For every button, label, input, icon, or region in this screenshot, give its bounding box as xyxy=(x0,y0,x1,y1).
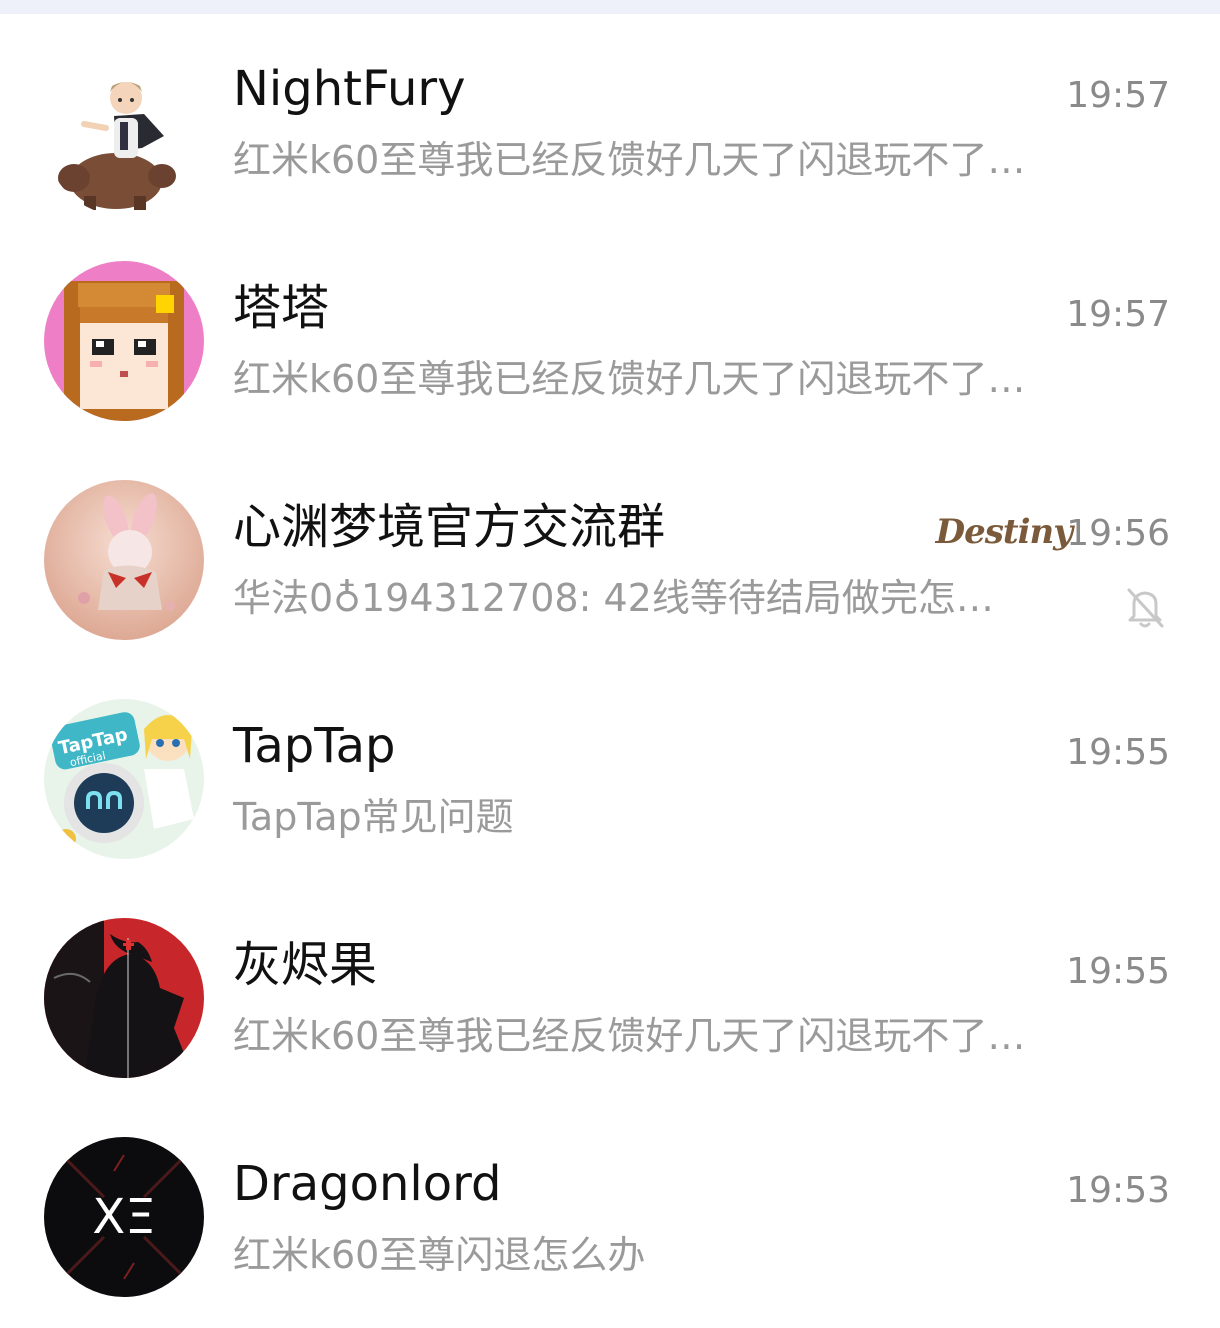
chat-preview: 红米k60至尊闪退怎么办 xyxy=(233,1233,646,1277)
chat-name: NightFury xyxy=(233,61,466,117)
chat-preview: 红米k60至尊我已经反馈好几天了闪退玩不了… xyxy=(233,1014,1026,1058)
chat-time: 19:57 xyxy=(1066,75,1170,116)
pixel-girl-avatar[interactable] xyxy=(44,261,204,421)
chat-name: 心渊梦境官方交流群 xyxy=(233,499,666,555)
taptap-official-avatar[interactable]: TapTap official xyxy=(44,699,204,859)
mute-bell-icon xyxy=(1127,588,1164,628)
dark-silhouette-avatar[interactable] xyxy=(44,918,204,1078)
chat-preview: 红米k60至尊我已经反馈好几天了闪退玩不了… xyxy=(233,138,1026,182)
chat-name: TapTap xyxy=(233,718,396,774)
chat-row[interactable]: XΞ Dragonlord 19:53 红米k60至尊闪退怎么办 xyxy=(0,1109,1220,1328)
top-strip xyxy=(0,0,1220,14)
chat-time: 19:55 xyxy=(1066,732,1170,773)
chat-preview: 华法0♁194312708: 42线等待结局做完怎… xyxy=(233,576,994,620)
chat-name: Dragonlord xyxy=(233,1156,502,1212)
chat-time: 19:57 xyxy=(1066,294,1170,335)
destiny-badge: Destiny xyxy=(935,512,1073,552)
xe-logo-avatar[interactable]: XΞ xyxy=(44,1137,204,1297)
chat-row[interactable]: NightFury 19:57 红米k60至尊我已经反馈好几天了闪退玩不了… xyxy=(0,14,1220,233)
chat-row[interactable]: 心渊梦境官方交流群 Destiny 19:56 华法0♁194312708: 4… xyxy=(0,452,1220,671)
chat-time: 19:56 xyxy=(1066,513,1170,554)
xe-logo-text: XΞ xyxy=(92,1189,155,1245)
chat-time: 19:55 xyxy=(1066,951,1170,992)
cartoon-rider-avatar[interactable] xyxy=(44,56,204,216)
chat-row[interactable]: TapTap official TapTap 19:55 TapTap常见问题 xyxy=(0,671,1220,890)
chat-name: 塔塔 xyxy=(233,280,330,336)
chat-name: 灰烬果 xyxy=(233,937,378,993)
chat-time: 19:53 xyxy=(1066,1170,1170,1211)
chat-row[interactable]: 灰烬果 19:55 红米k60至尊我已经反馈好几天了闪退玩不了… xyxy=(0,890,1220,1109)
chat-preview: TapTap常见问题 xyxy=(233,795,514,839)
anime-girl-avatar[interactable] xyxy=(44,480,204,640)
chat-row[interactable]: 塔塔 19:57 红米k60至尊我已经反馈好几天了闪退玩不了… xyxy=(0,233,1220,452)
chat-preview: 红米k60至尊我已经反馈好几天了闪退玩不了… xyxy=(233,357,1026,401)
